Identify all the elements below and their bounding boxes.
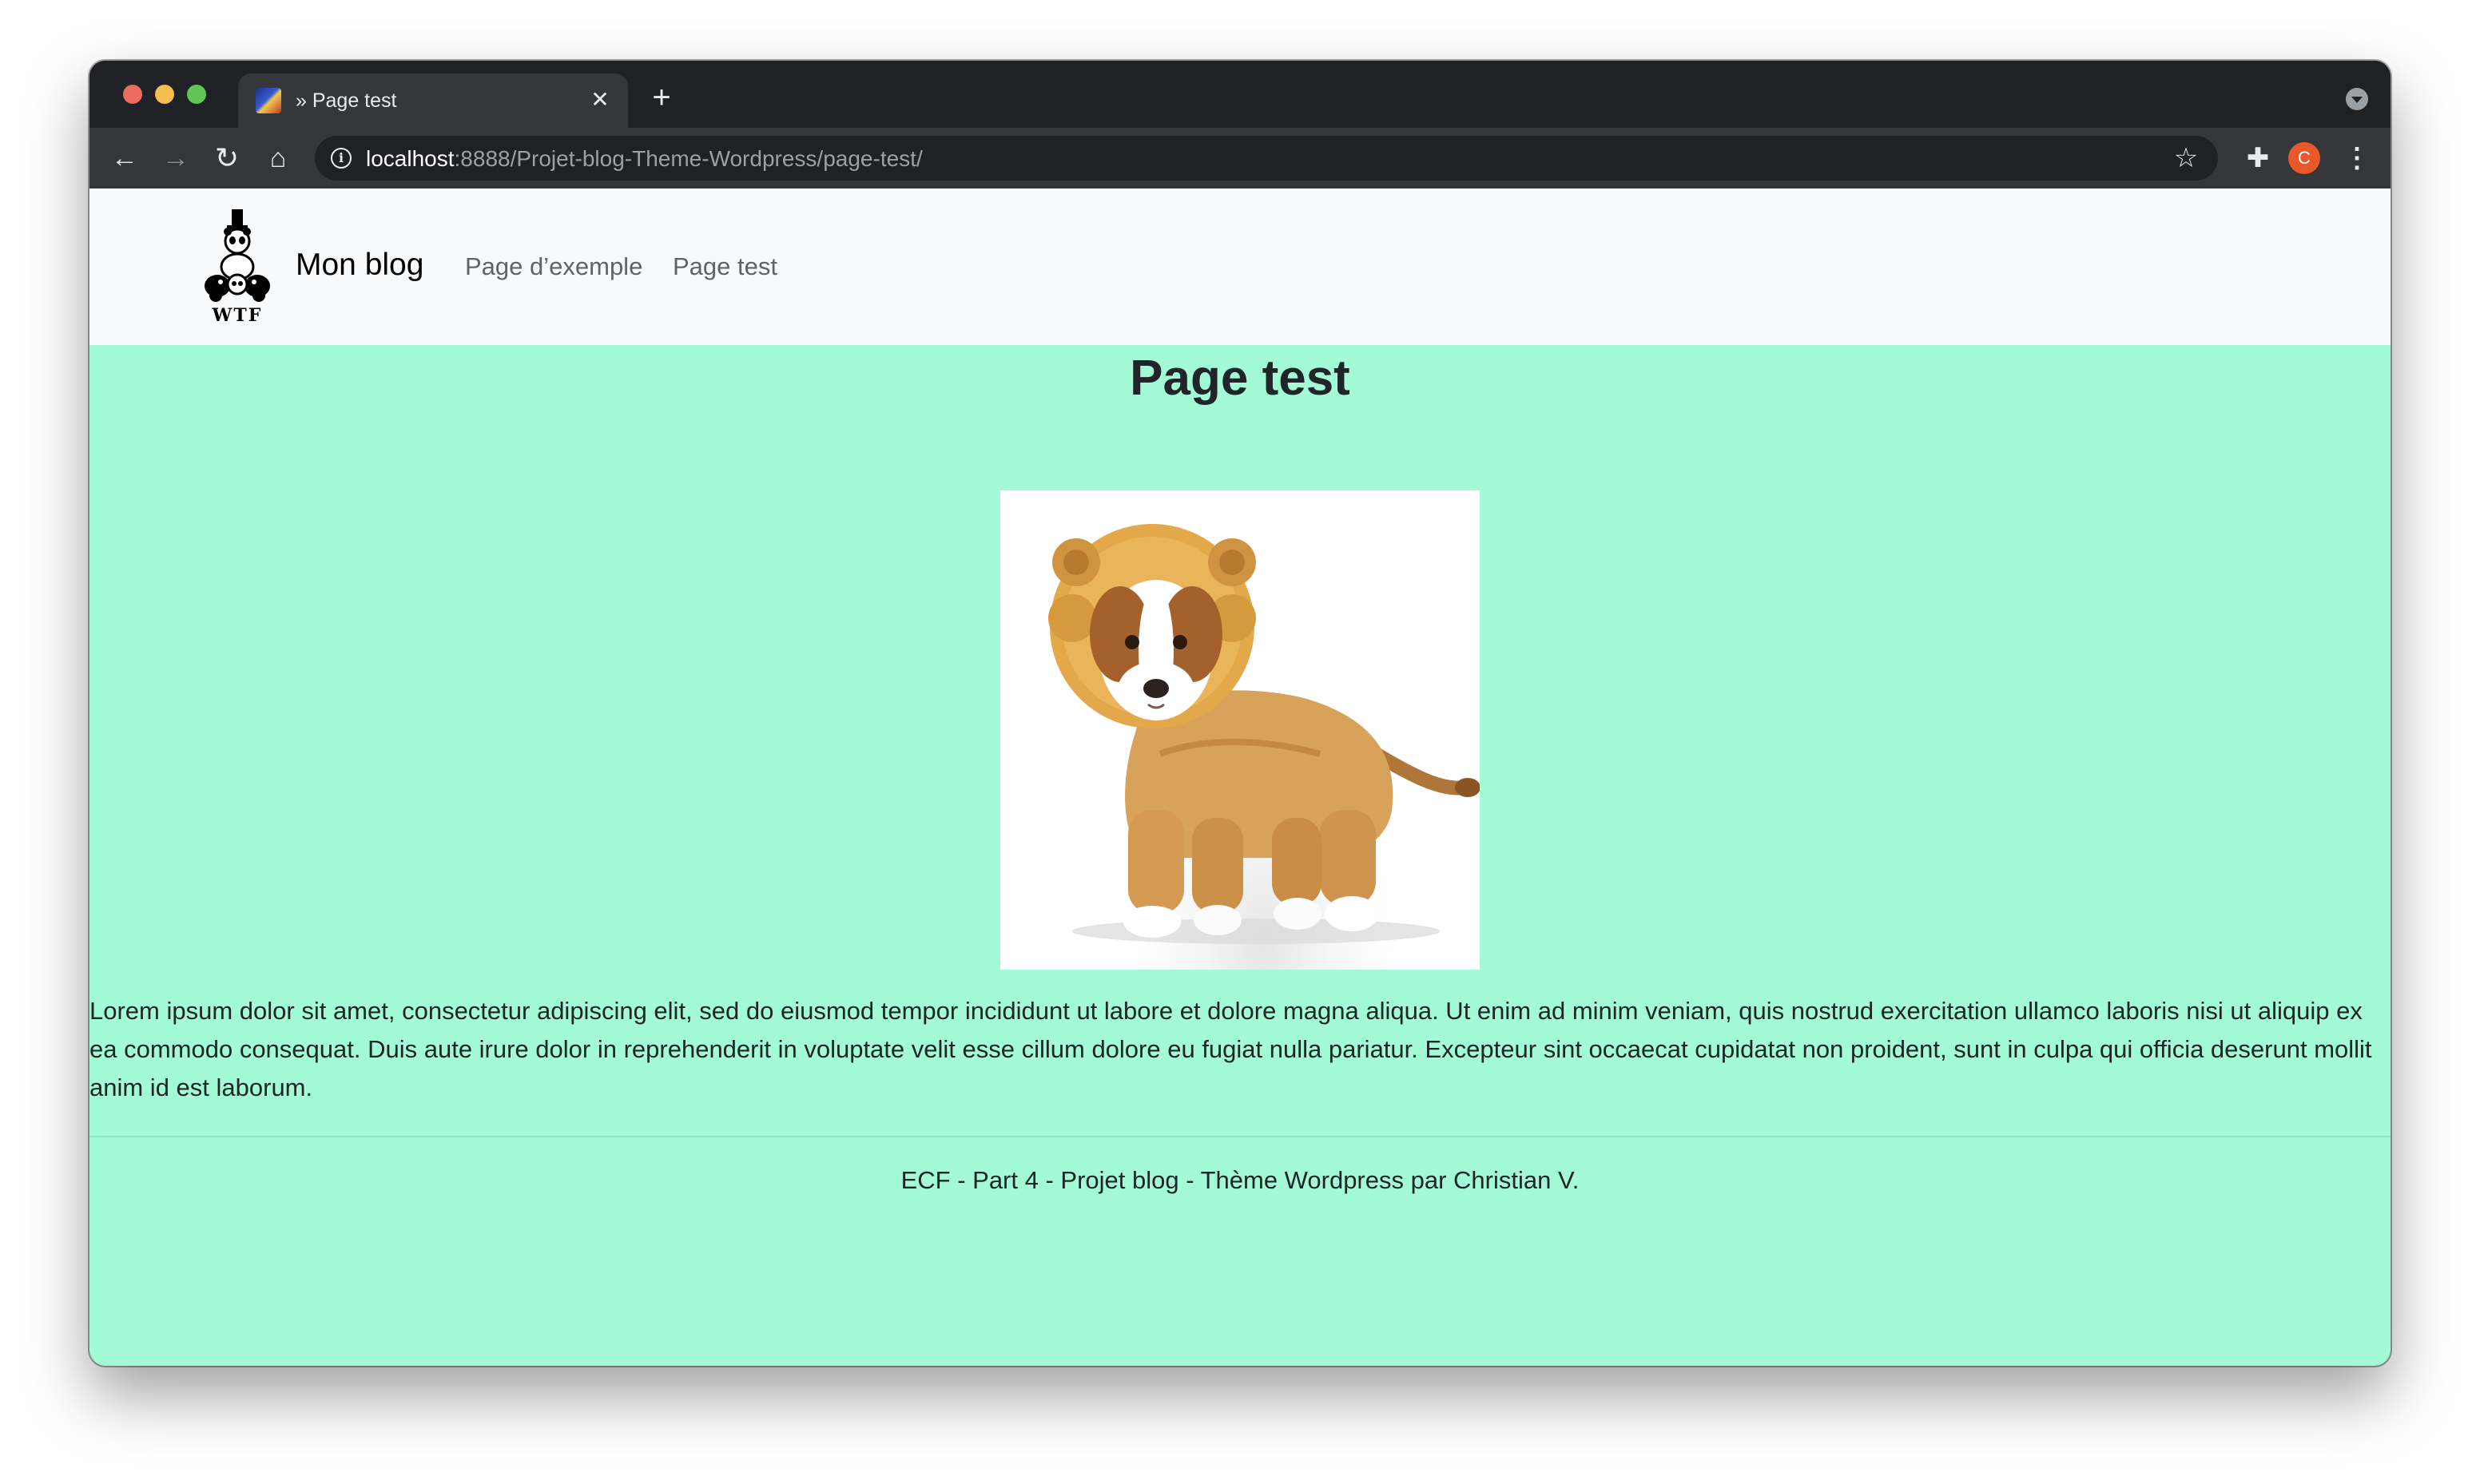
nav-link-page-test[interactable]: Page test (673, 252, 777, 281)
url-text[interactable]: localhost:8888/Projet-blog-Theme-Wordpre… (366, 146, 923, 172)
browser-toolbar: ← → ↻ ⌂ i localhost:8888/Projet-blog-The… (89, 128, 2391, 188)
bookmark-star-icon[interactable]: ☆ (2168, 141, 2204, 176)
footer-text: ECF - Part 4 - Projet blog - Thème Wordp… (900, 1166, 1580, 1194)
body-paragraph: Lorem ipsum dolor sit amet, consectetur … (89, 997, 2372, 1101)
site-navbar: WTF Mon blog Page d’exemple Page test (89, 188, 2391, 345)
site-logo[interactable]: WTF (201, 208, 273, 326)
page-viewport: WTF Mon blog Page d’exemple Page test Pa… (89, 188, 2391, 1366)
new-tab-button[interactable]: + (644, 80, 679, 115)
browser-menu-icon[interactable]: ⋮ (2341, 139, 2373, 177)
footer-divider (89, 1136, 2391, 1137)
home-icon[interactable]: ⌂ (259, 139, 297, 177)
address-bar[interactable]: i localhost:8888/Projet-blog-Theme-Wordp… (315, 136, 2218, 181)
panda-logo-icon (205, 209, 270, 302)
nav-link-page-exemple[interactable]: Page d’exemple (465, 252, 642, 281)
site-info-icon[interactable]: i (331, 148, 352, 169)
tab-title: » Page test (296, 89, 397, 112)
back-icon[interactable]: ← (105, 139, 144, 177)
favicon-icon (256, 88, 281, 113)
profile-avatar[interactable]: C (2288, 142, 2320, 174)
tab-strip: » Page test ✕ + (89, 61, 2391, 128)
browser-tab[interactable]: » Page test ✕ (238, 73, 628, 128)
logo-text: WTF (212, 305, 263, 326)
tab-search-icon[interactable] (2346, 88, 2368, 110)
url-host: localhost (366, 146, 455, 171)
close-tab-icon[interactable]: ✕ (586, 86, 614, 113)
reload-icon[interactable]: ↻ (208, 139, 246, 177)
puppy-lion-costume-image (1048, 524, 1480, 944)
page-title: Page test (1130, 351, 1350, 406)
zoom-window-button[interactable] (187, 85, 206, 104)
site-brand[interactable]: Mon blog (296, 248, 423, 283)
close-window-button[interactable] (123, 85, 142, 104)
minimize-window-button[interactable] (155, 85, 174, 104)
browser-window: » Page test ✕ + ← → ↻ ⌂ i localhost:8888… (89, 61, 2391, 1366)
featured-image (1000, 490, 1480, 970)
url-path: :8888/Projet-blog-Theme-Wordpress/page-t… (454, 146, 923, 171)
extensions-icon[interactable]: ✚ (2239, 139, 2277, 177)
forward-icon[interactable]: → (157, 139, 195, 177)
